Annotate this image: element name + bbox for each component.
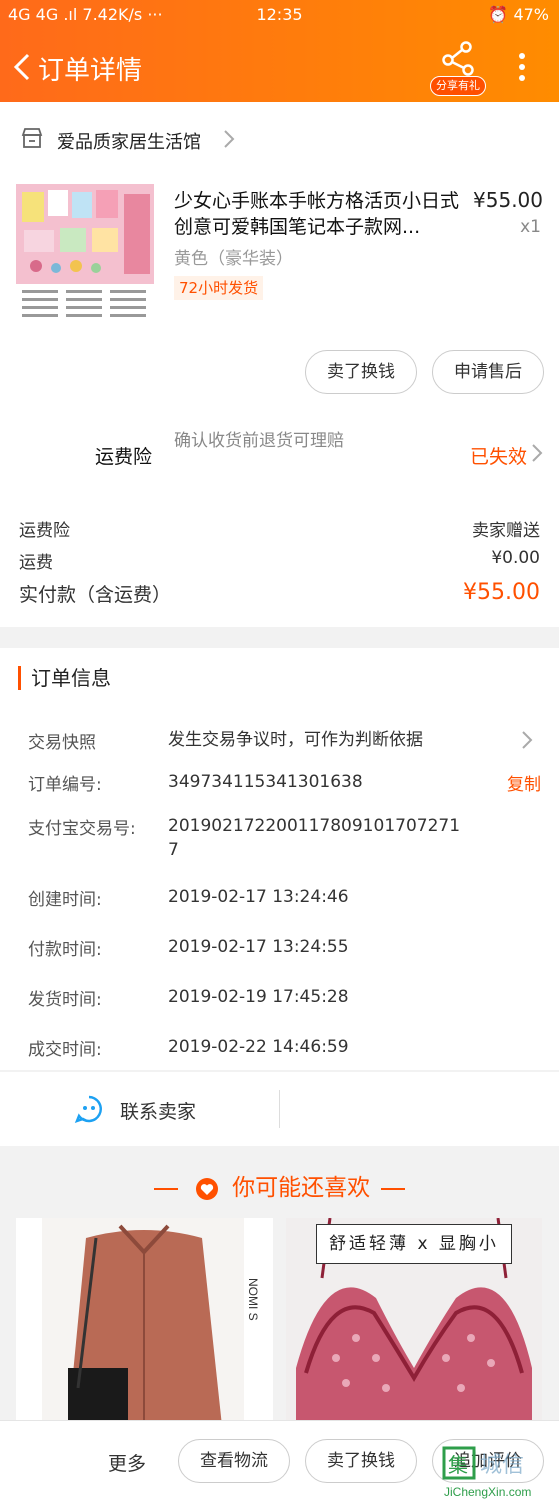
alarm-icon: ⏰ <box>488 5 514 24</box>
share-icon <box>442 41 474 76</box>
divider <box>279 1090 280 1128</box>
recommend-item-1-side-text: NOMI S <box>246 1278 260 1321</box>
fee-shipping-label: 运费 <box>19 553 53 573</box>
snapshot-value: 发生交易争议时，可作为判断依据 <box>168 730 423 750</box>
order-number-value: 349734115341301638 <box>168 772 363 792</box>
page-title: 订单详情 <box>38 56 143 86</box>
svg-text:城信: 城信 <box>480 1453 524 1478</box>
product-price: ¥55.00 <box>473 188 543 212</box>
more-menu-icon[interactable] <box>510 50 534 84</box>
fee-shipping-value: ¥0.00 <box>491 548 540 568</box>
chevron-right-icon <box>224 130 235 148</box>
chat-bubble-icon[interactable] <box>74 1094 104 1124</box>
divider <box>381 1187 406 1190</box>
order-info-card: 订单信息 交易快照 发生交易争议时，可作为判断依据 订单编号: 34973411… <box>0 648 559 1070</box>
snapshot-key: 交易快照 <box>28 733 96 753</box>
shipped-time-value: 2019-02-19 17:45:28 <box>168 987 349 1007</box>
recommendations: 你可能还喜欢 NOMI S 舒适轻薄 x 显胸小 <box>0 1146 559 1426</box>
order-number-key: 订单编号: <box>28 775 102 795</box>
done-time-value: 2019-02-22 14:46:59 <box>168 1037 349 1057</box>
sell-for-cash-button[interactable]: 卖了换钱 <box>305 350 417 394</box>
svg-text:集: 集 <box>448 1453 468 1477</box>
recommend-item-2[interactable]: 舒适轻薄 x 显胸小 <box>286 1218 542 1426</box>
clock: 12:35 <box>256 5 303 24</box>
recommend-title-text: 你可能还喜欢 <box>232 1175 371 1201</box>
shop-icon <box>21 128 43 148</box>
product-quantity: x1 <box>520 217 541 237</box>
done-time-key: 成交时间: <box>28 1040 102 1060</box>
alipay-number-key: 支付宝交易号: <box>28 819 136 839</box>
product-image[interactable] <box>16 184 154 324</box>
sell-for-cash-button[interactable]: 卖了换钱 <box>305 1439 417 1483</box>
shop-row[interactable]: 爱品质家居生活馆 <box>0 120 559 160</box>
chevron-right-icon[interactable] <box>531 442 543 464</box>
insurance-label: 运费险 <box>95 446 153 468</box>
product-sku: 黄色（豪华装） <box>174 249 293 269</box>
created-time-value: 2019-02-17 13:24:46 <box>168 887 349 907</box>
shipped-time-key: 发货时间: <box>28 990 102 1010</box>
paid-time-key: 付款时间: <box>28 940 102 960</box>
shipping-tag: 72小时发货 <box>174 276 264 300</box>
divider <box>153 1187 178 1190</box>
alipay-number-value: 2019021722001178091017072717 <box>168 816 461 860</box>
created-time-key: 创建时间: <box>28 890 102 910</box>
heart-icon <box>195 1177 218 1200</box>
share-button[interactable]: 分享有礼 <box>430 40 486 96</box>
after-sale-button[interactable]: 申请售后 <box>432 350 544 394</box>
view-logistics-button[interactable]: 查看物流 <box>178 1439 290 1483</box>
recommend-item-2-caption: 舒适轻薄 x 显胸小 <box>316 1224 512 1264</box>
watermark-text: JiChengXin.com <box>444 1485 531 1499</box>
site-watermark: 集 城信 JiChengXin.com <box>440 1440 559 1500</box>
copy-button[interactable]: 复制 <box>507 770 541 795</box>
shop-name: 爱品质家居生活馆 <box>57 132 201 153</box>
status-bar: 4G 4G .ıl 7.42K/s ··· 12:35 ⏰ 47% <box>0 0 559 30</box>
product-title[interactable]: 少女心手账本手帐方格活页小日式创意可爱韩国笔记本子款网... <box>174 188 464 240</box>
contact-seller-button[interactable]: 联系卖家 <box>120 1097 196 1124</box>
recommend-title: 你可能还喜欢 <box>0 1168 559 1202</box>
header: 4G 4G .ıl 7.42K/s ··· 12:35 ⏰ 47% 订单详情 分… <box>0 0 559 102</box>
insurance-status[interactable]: 已失效 <box>470 442 527 469</box>
share-badge: 分享有礼 <box>430 76 486 96</box>
back-arrow-icon[interactable] <box>10 52 34 82</box>
fee-total-value: ¥55.00 <box>463 580 540 605</box>
insurance-description: 确认收货前退货可理赔 <box>174 431 344 451</box>
paid-time-value: 2019-02-17 13:24:55 <box>168 937 349 957</box>
fee-insurance-label: 运费险 <box>19 521 70 541</box>
chevron-right-icon <box>522 731 533 749</box>
fee-insurance-value: 卖家赠送 <box>472 521 540 541</box>
section-title: 订单信息 <box>18 666 111 690</box>
order-item-card: 爱品质家居生活馆 少女心手账本手帐方格活页小日式创意可爱韩国笔记本子款网... … <box>0 102 559 627</box>
contact-bar: 联系卖家 <box>0 1072 559 1146</box>
fee-total-label: 实付款（含运费） <box>19 584 172 606</box>
product-image-art <box>16 184 154 324</box>
more-button[interactable]: 更多 <box>108 1449 146 1476</box>
recommend-item-1[interactable]: NOMI S <box>16 1218 273 1426</box>
battery-percent: ⏰ 47% <box>488 5 549 24</box>
recommend-item-1-image: NOMI S <box>16 1218 273 1426</box>
navbar: 订单详情 分享有礼 <box>0 34 559 98</box>
